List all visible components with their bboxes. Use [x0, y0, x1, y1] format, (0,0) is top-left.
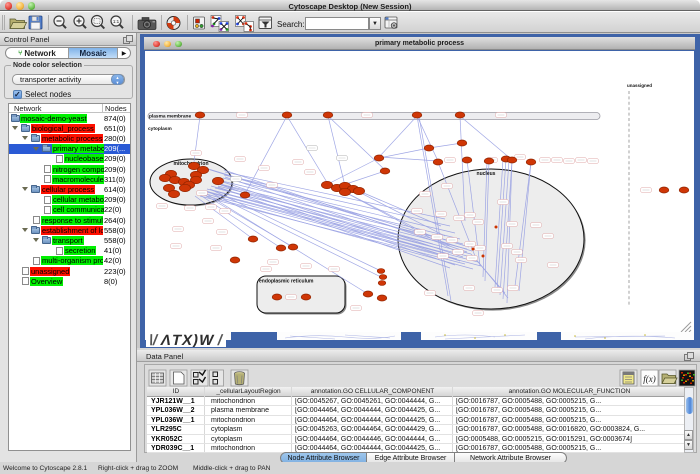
- svg-text:\/: \/: [147, 332, 160, 347]
- svg-text:f(x): f(x): [643, 374, 656, 384]
- svg-text:1:1: 1:1: [113, 19, 120, 24]
- svg-text:plasma membrane: plasma membrane: [149, 114, 191, 120]
- svg-text:cytoplasm: cytoplasm: [148, 126, 172, 132]
- svg-text:/: /: [216, 332, 225, 347]
- svg-text:nucleus: nucleus: [477, 171, 496, 177]
- svg-text:ΛTX)W: ΛTX)W: [159, 332, 216, 347]
- svg-text:endoplasmic reticulum: endoplasmic reticulum: [259, 279, 314, 285]
- svg-text:unassigned: unassigned: [627, 83, 652, 88]
